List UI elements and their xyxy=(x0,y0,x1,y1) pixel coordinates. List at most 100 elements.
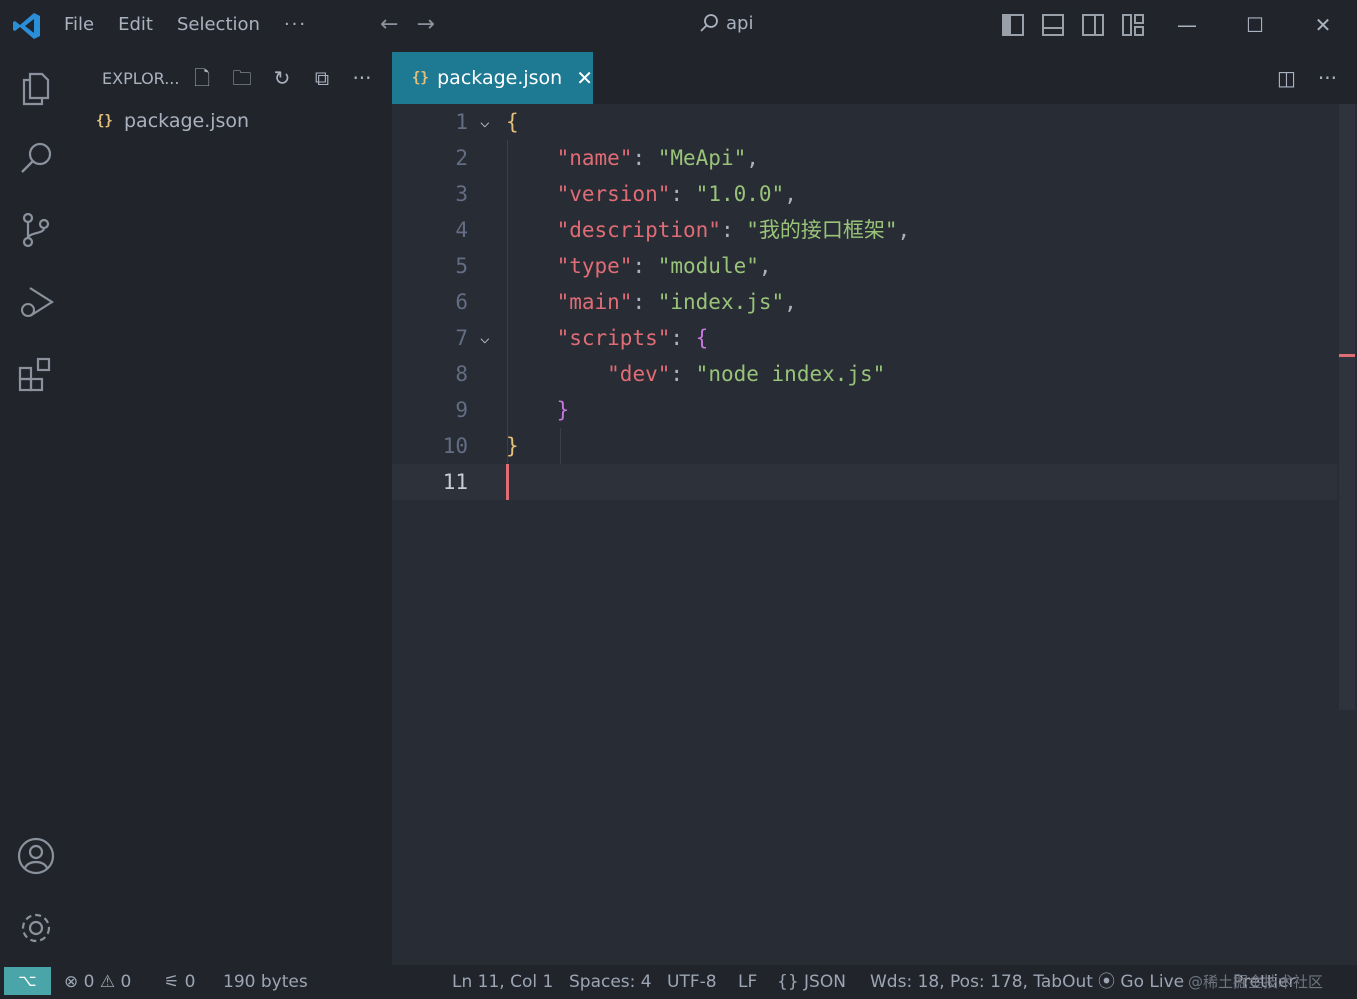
warning-count: 0 xyxy=(120,972,132,992)
go-live-label: Go Live xyxy=(1120,972,1185,992)
explorer-actions: 🗋 🗀 ↻ ⧉ ··· xyxy=(190,66,374,90)
broadcast-icon: ⦿ xyxy=(1098,972,1115,992)
code-line: 2 "name": "MeApi", xyxy=(392,140,1337,176)
arrow-left-icon[interactable]: ← xyxy=(380,12,398,38)
line-number: 1 xyxy=(455,110,468,134)
go-live-button[interactable]: ⦿ Go Live xyxy=(1098,970,1184,994)
json-icon: {} xyxy=(412,70,429,86)
watermark: @稀土掘金技术社区 xyxy=(1188,973,1324,991)
json-key: "description" xyxy=(556,218,721,242)
close-icon[interactable]: ✕ xyxy=(1289,0,1357,52)
code-line: 9 } xyxy=(392,392,1337,428)
json-string: "MeApi" xyxy=(657,146,747,170)
tab-label: package.json xyxy=(437,67,563,89)
search-icon[interactable] xyxy=(16,138,56,178)
toggle-secondary-sidebar-icon[interactable] xyxy=(1082,14,1104,36)
split-editor-icon[interactable]: ◫ xyxy=(1277,66,1296,90)
collapse-all-icon[interactable]: ⧉ xyxy=(310,66,334,90)
minimize-icon[interactable]: — xyxy=(1153,0,1221,52)
encoding[interactable]: UTF-8 xyxy=(667,970,717,994)
editor-tab-bar: {} package.json ✕ ◫ ··· xyxy=(392,52,1357,104)
manage-gear-icon[interactable] xyxy=(16,908,56,948)
layout-controls xyxy=(1002,14,1144,36)
json-key: "main" xyxy=(556,290,633,314)
vscode-logo-icon xyxy=(13,13,40,39)
problems-indicator[interactable]: ⊗ 0 ⚠ 0 xyxy=(64,970,131,994)
ports-indicator[interactable]: ⚟ 0 xyxy=(164,970,195,994)
new-file-icon[interactable]: 🗋 xyxy=(190,66,214,90)
activity-bar xyxy=(0,52,72,965)
line-number: 10 xyxy=(442,434,468,458)
json-key: "version" xyxy=(556,182,671,206)
menu-file[interactable]: File xyxy=(64,13,94,37)
menu-bar: File Edit Selection ··· xyxy=(64,13,331,37)
editor-area: {} package.json ✕ ◫ ··· 1 ⌵ { 2 "name": … xyxy=(392,52,1357,965)
file-item-package-json[interactable]: {} package.json xyxy=(72,104,392,138)
extensions-icon[interactable] xyxy=(16,354,56,394)
json-key: "name" xyxy=(556,146,633,170)
json-key: "type" xyxy=(556,254,633,278)
more-actions-icon[interactable]: ··· xyxy=(350,66,374,90)
editor-actions: ◫ ··· xyxy=(1277,66,1337,90)
explorer-header: EXPLOR... 🗋 🗀 ↻ ⧉ ··· xyxy=(72,52,392,104)
word-count[interactable]: Wds: 18, Pos: 178, TabOut xyxy=(870,970,1093,994)
run-debug-icon[interactable] xyxy=(16,282,56,322)
line-number: 8 xyxy=(455,362,468,386)
cursor-position[interactable]: Ln 11, Col 1 xyxy=(452,970,553,994)
language-mode[interactable]: {} JSON xyxy=(777,970,846,994)
tab-package-json[interactable]: {} package.json ✕ xyxy=(392,52,593,104)
line-number: 7 xyxy=(455,326,468,350)
vertical-scrollbar[interactable] xyxy=(1339,104,1355,710)
refresh-icon[interactable]: ↻ xyxy=(270,66,294,90)
command-center[interactable]: api xyxy=(698,12,753,34)
line-number: 5 xyxy=(455,254,468,278)
close-icon[interactable]: ✕ xyxy=(576,66,593,90)
command-center-label: api xyxy=(726,12,754,34)
line-number: 4 xyxy=(455,218,468,242)
navigation-arrows: ← → xyxy=(380,12,435,38)
text-cursor xyxy=(506,464,509,500)
accounts-icon[interactable] xyxy=(16,836,56,876)
broadcast-icon: ⚟ xyxy=(164,972,180,992)
current-code-line: 11 xyxy=(392,464,1337,500)
code-line: 5 "type": "module", xyxy=(392,248,1337,284)
line-number: 3 xyxy=(455,182,468,206)
code-line: 4 "description": "我的接口框架", xyxy=(392,212,1337,248)
language-label: JSON xyxy=(804,972,846,992)
menu-selection[interactable]: Selection xyxy=(177,13,260,37)
json-string: "index.js" xyxy=(657,290,785,314)
end-of-line[interactable]: LF xyxy=(738,970,757,994)
explorer-title: EXPLOR... xyxy=(102,68,180,88)
explorer-icon[interactable] xyxy=(16,68,56,108)
new-folder-icon[interactable]: 🗀 xyxy=(230,66,254,90)
more-actions-icon[interactable]: ··· xyxy=(1318,66,1337,90)
code-line: 3 "version": "1.0.0", xyxy=(392,176,1337,212)
json-string: "module" xyxy=(657,254,759,278)
line-number: 2 xyxy=(455,146,468,170)
json-string: "node index.js" xyxy=(695,362,886,386)
json-key: "scripts" xyxy=(556,326,671,350)
toggle-primary-sidebar-icon[interactable] xyxy=(1002,14,1024,36)
fold-chevron-icon[interactable]: ⌵ xyxy=(480,320,490,356)
menu-more[interactable]: ··· xyxy=(284,13,307,37)
status-bar: ⌥ ⊗ 0 ⚠ 0 ⚟ 0 190 bytes Ln 11, Col 1 Spa… xyxy=(0,965,1357,999)
code-line: 6 "main": "index.js", xyxy=(392,284,1337,320)
source-control-icon[interactable] xyxy=(16,210,56,250)
code-editor[interactable]: 1 ⌵ { 2 "name": "MeApi", 3 "version": "1… xyxy=(392,104,1337,965)
toggle-panel-icon[interactable] xyxy=(1042,14,1064,36)
line-number: 11 xyxy=(442,470,468,494)
braces-icon: {} xyxy=(777,972,799,992)
indentation[interactable]: Spaces: 4 xyxy=(569,970,652,994)
customize-layout-icon[interactable] xyxy=(1122,14,1144,36)
maximize-icon[interactable]: ☐ xyxy=(1221,0,1289,52)
cursor-position-marker xyxy=(1339,354,1355,357)
ports-count: 0 xyxy=(184,972,196,992)
code-line: 10 } xyxy=(392,428,1337,464)
title-bar: File Edit Selection ··· ← → api — ☐ ✕ xyxy=(0,0,1357,52)
fold-chevron-icon[interactable]: ⌵ xyxy=(480,104,490,140)
arrow-right-icon[interactable]: → xyxy=(416,12,434,38)
explorer-sidebar: EXPLOR... 🗋 🗀 ↻ ⧉ ··· {} package.json xyxy=(72,52,392,965)
search-icon xyxy=(700,14,718,32)
remote-indicator-icon[interactable]: ⌥ xyxy=(4,967,51,995)
menu-edit[interactable]: Edit xyxy=(118,13,153,37)
